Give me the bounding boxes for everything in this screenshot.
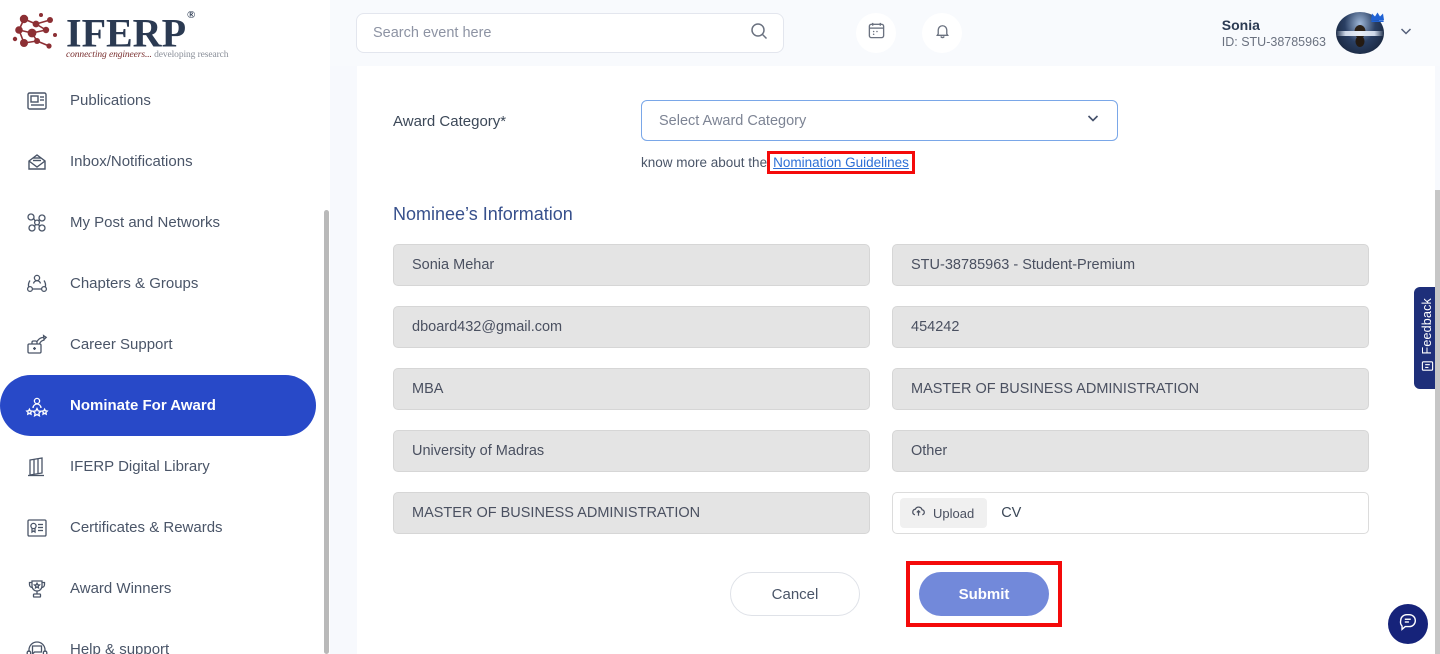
award-category-label: Award Category*	[393, 100, 641, 130]
headset-icon	[22, 635, 52, 654]
cv-upload-field[interactable]: Upload CV	[892, 492, 1369, 534]
field-nominee-name[interactable]: Sonia Mehar	[393, 244, 870, 286]
people-group-icon	[22, 269, 52, 299]
sidebar-item-label: Inbox/Notifications	[70, 153, 193, 170]
chevron-down-icon[interactable]	[1398, 23, 1414, 44]
field-qualification-short[interactable]: MBA	[393, 368, 870, 410]
trophy-icon	[22, 574, 52, 604]
profile-menu[interactable]: Sonia ID: STU-38785963	[1222, 12, 1414, 54]
sidebar-item-label: Career Support	[70, 336, 173, 353]
sidebar-item-award-winners[interactable]: Award Winners	[0, 558, 316, 619]
feedback-label: Feedback	[1420, 298, 1434, 355]
upload-file-label: CV	[1001, 505, 1021, 521]
brand-wordmark: IFERP®	[66, 8, 228, 54]
field-designation[interactable]: MASTER OF BUSINESS ADMINISTRATION	[393, 492, 870, 534]
newspaper-icon	[22, 86, 52, 116]
app-root: IFERP® connecting engineers... developin…	[0, 0, 1440, 654]
library-icon	[22, 452, 52, 482]
main-pane: Sonia ID: STU-38785963	[330, 0, 1440, 654]
network-icon	[22, 208, 52, 238]
search-icon[interactable]	[749, 21, 769, 46]
sidebar-item-iferp-digital-library[interactable]: IFERP Digital Library	[0, 436, 316, 497]
chat-button[interactable]	[1388, 604, 1428, 644]
search-box[interactable]	[356, 13, 784, 53]
upload-cloud-icon	[911, 504, 926, 522]
nomination-guidelines-link[interactable]: Nomination Guidelines	[770, 154, 912, 171]
iferp-molecule-icon	[10, 10, 62, 56]
cancel-button[interactable]: Cancel	[730, 572, 860, 616]
sidebar-item-label: Award Winners	[70, 580, 171, 597]
sidebar-item-label: Certificates & Rewards	[70, 519, 223, 536]
upload-button-label: Upload	[933, 506, 974, 521]
certificate-icon	[22, 513, 52, 543]
field-phone[interactable]: 454242	[892, 306, 1369, 348]
profile-id: ID: STU-38785963	[1222, 34, 1326, 51]
sidebar: IFERP® connecting engineers... developin…	[0, 0, 330, 654]
feedback-icon	[1421, 360, 1434, 378]
field-member-id[interactable]: STU-38785963 - Student-Premium	[892, 244, 1369, 286]
topbar-icon-group	[856, 13, 962, 53]
sidebar-item-my-post-and-networks[interactable]: My Post and Networks	[0, 192, 316, 253]
guidelines-hint: know more about the Nomination Guideline…	[641, 154, 1118, 171]
sidebar-item-chapters-and-groups[interactable]: Chapters & Groups	[0, 253, 316, 314]
notifications-button[interactable]	[922, 13, 962, 53]
sidebar-item-career-support[interactable]: Career Support	[0, 314, 316, 375]
chat-bubble-icon	[1397, 611, 1419, 638]
sidebar-scrollbar[interactable]	[324, 210, 329, 654]
sidebar-item-certificates-and-rewards[interactable]: Certificates & Rewards	[0, 497, 316, 558]
nomination-form-card: Award Category* Select Award Category k	[357, 66, 1435, 654]
award-category-row: Award Category* Select Award Category k	[393, 100, 1405, 171]
topbar: Sonia ID: STU-38785963	[330, 0, 1440, 66]
sidebar-item-help-and-support[interactable]: Help & support	[0, 619, 316, 654]
award-category-select[interactable]: Select Award Category	[641, 100, 1118, 141]
sidebar-nav: Publications Inbox/Notifications	[0, 70, 330, 654]
field-email[interactable]: dboard432@gmail.com	[393, 306, 870, 348]
submit-button[interactable]: Submit	[919, 572, 1049, 616]
form-actions: Cancel Submit	[393, 565, 1405, 623]
sidebar-item-inbox-notifications[interactable]: Inbox/Notifications	[0, 131, 316, 192]
bell-icon	[933, 21, 952, 45]
crown-icon	[1369, 10, 1386, 24]
sidebar-item-label: Chapters & Groups	[70, 275, 198, 292]
nominee-fields-grid: Sonia Mehar STU-38785963 - Student-Premi…	[393, 244, 1405, 534]
registered-mark: ®	[187, 9, 195, 21]
award-category-value: Select Award Category	[659, 113, 1085, 129]
sidebar-item-label: Help & support	[70, 641, 169, 654]
avatar-wrap[interactable]	[1336, 12, 1384, 54]
sidebar-item-label: My Post and Networks	[70, 214, 220, 231]
award-stars-icon	[22, 391, 52, 421]
sidebar-item-publications[interactable]: Publications	[0, 70, 316, 131]
profile-text: Sonia ID: STU-38785963	[1222, 16, 1326, 51]
page-scrollbar[interactable]	[1435, 190, 1440, 654]
form-area: Award Category* Select Award Category k	[357, 66, 1435, 623]
brand-logo[interactable]: IFERP® connecting engineers... developin…	[0, 0, 330, 66]
field-university[interactable]: University of Madras	[393, 430, 870, 472]
chevron-down-icon	[1085, 110, 1101, 131]
search-input[interactable]	[373, 25, 749, 41]
field-qualification-full[interactable]: MASTER OF BUSINESS ADMINISTRATION	[892, 368, 1369, 410]
guidelines-prefix: know more about the	[641, 155, 767, 170]
sidebar-item-nominate-for-award[interactable]: Nominate For Award	[0, 375, 316, 436]
calendar-button[interactable]	[856, 13, 896, 53]
briefcase-icon	[22, 330, 52, 360]
submit-highlight: Submit	[910, 565, 1058, 623]
upload-button[interactable]: Upload	[900, 498, 987, 528]
section-title-nominee-information: Nominee’s Information	[393, 204, 1405, 225]
sidebar-item-label: IFERP Digital Library	[70, 458, 210, 475]
calendar-icon	[867, 21, 886, 45]
envelope-icon	[22, 147, 52, 177]
sidebar-item-label: Nominate For Award	[70, 397, 216, 414]
sidebar-item-label: Publications	[70, 92, 151, 109]
field-department[interactable]: Other	[892, 430, 1369, 472]
profile-name: Sonia	[1222, 16, 1326, 34]
